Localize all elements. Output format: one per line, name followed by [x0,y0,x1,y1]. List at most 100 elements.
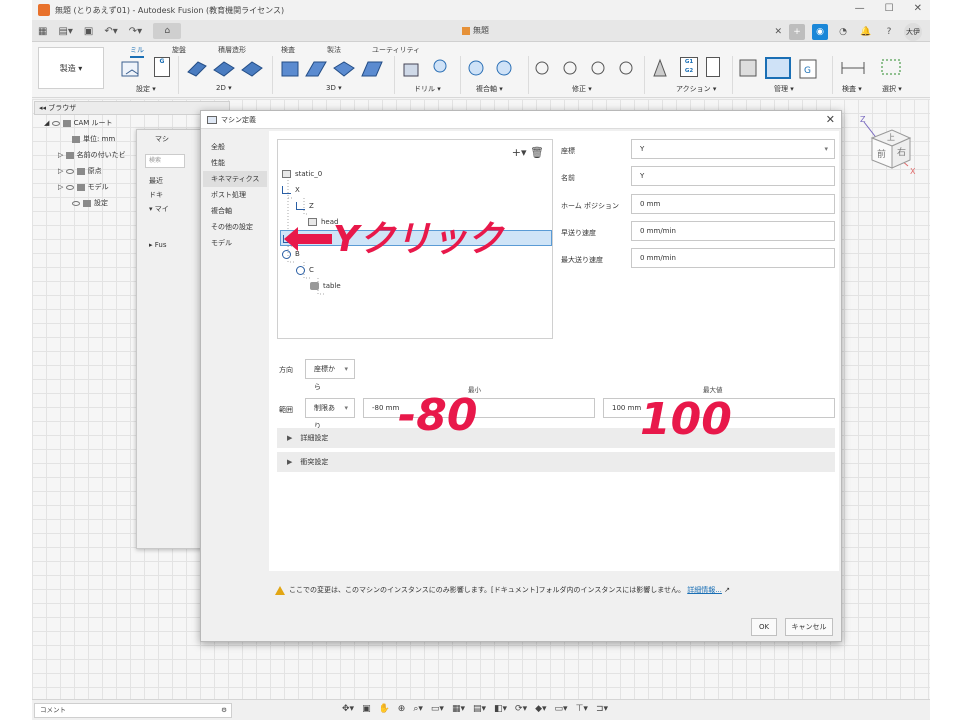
shading-icon[interactable]: ◆▾ [535,704,546,714]
help-icon[interactable]: ? [881,24,897,40]
maximize-button[interactable]: ☐ [885,3,894,14]
collision-settings-section[interactable]: ▶ 衝突設定 [277,452,835,472]
nav-other-settings[interactable]: その他の設定 [203,219,267,235]
orbit-icon[interactable]: ✥▾ [342,704,354,714]
grid-menu-icon[interactable]: ▦ [38,26,47,37]
group-manage[interactable]: 管理 ▾ [774,84,794,94]
home-icon[interactable]: ⌂ [153,23,182,39]
undo-icon[interactable]: ↶▾ [104,26,117,37]
group-drill[interactable]: ドリル ▾ [414,84,441,94]
nav-general[interactable]: 全般 [203,139,267,155]
group-setup[interactable]: 設定 ▾ [136,84,156,94]
machine-library-search[interactable]: 検索 [145,154,185,168]
range-label: 範囲 [279,406,293,414]
viewcube[interactable]: Z X 上 前 右 [852,110,920,178]
cancel-button[interactable]: キャンセル [785,618,833,636]
simulate-icon[interactable] [650,56,670,80]
axis-x-label: X [910,167,916,176]
comment-panel[interactable]: コメント ⚙ [34,703,232,718]
setup-sheet-icon[interactable]: G [154,57,170,77]
dialog-close-button[interactable]: ✕ [826,111,835,129]
select-icon[interactable] [878,56,906,80]
multiaxis-icons[interactable] [464,56,520,80]
redo-icon[interactable]: ↷▾ [129,26,142,37]
nav-model[interactable]: モデル [203,235,267,251]
file-menu-icon[interactable]: ▤▾ [58,26,72,37]
save-icon[interactable]: ▣ [84,26,93,37]
zoom-icon[interactable]: ⊕ [398,704,406,714]
pan-icon[interactable]: ✋ [379,704,390,714]
eye-icon[interactable] [65,184,74,190]
max-feed-field[interactable]: 0 mm/min [631,248,835,268]
measure-icon[interactable] [838,56,868,80]
tree-node-static[interactable]: static_0 [282,166,322,182]
tree-node-c[interactable]: C [296,262,314,278]
setup-sheet-doc-icon[interactable] [706,57,720,77]
close-window-button[interactable]: ✕ [914,3,922,14]
camera-icon[interactable]: ▭▾ [555,704,568,714]
group-modify[interactable]: 修正 ▾ [572,84,592,94]
drill-icons[interactable] [400,56,454,80]
job-status-icon[interactable]: ◔ [835,24,851,40]
tab-turning[interactable]: 旋盤 [172,45,186,55]
document-icon [72,135,80,143]
machine-view-icon[interactable]: ⊐▾ [596,704,608,714]
direction-select[interactable]: 座標から [305,359,355,391]
tab-utilities[interactable]: ユーティリティ [372,45,420,55]
nav-kinematics[interactable]: キネマティクス [203,171,267,187]
tree-node-z[interactable]: Z [296,198,314,214]
extensions-icon[interactable]: ◉ [812,24,828,40]
group-actions[interactable]: アクション ▾ [676,84,716,94]
nav-capabilities[interactable]: 性能 [203,155,267,171]
dialog-titlebar[interactable]: マシン定義 ✕ [201,111,841,129]
learn-more-link[interactable]: 詳細情報... [687,586,722,594]
eye-icon[interactable] [65,168,74,174]
grid-icon[interactable]: ▦▾ [452,704,465,714]
post-process-icon[interactable]: G1 G2 [680,57,698,77]
tab-additive[interactable]: 積層造形 [218,45,246,55]
tab-fabrication[interactable]: 製法 [327,45,341,55]
name-field[interactable]: Y [631,166,835,186]
manage-icons[interactable]: G [738,56,826,80]
tab-inspection[interactable]: 検査 [281,45,295,55]
document-tab[interactable]: 無題 [462,25,489,36]
eye-icon[interactable] [72,200,80,206]
tree-node-table[interactable]: table [310,278,341,294]
new-tab-icon[interactable]: + [789,24,805,40]
minimize-button[interactable]: — [855,3,865,14]
comment-settings-icon[interactable]: ⚙ [221,704,227,717]
tree-node-x[interactable]: X [282,182,300,198]
simulation-icon[interactable]: ◧▾ [494,704,507,714]
group-3d[interactable]: 3D ▾ [326,84,342,92]
group-select[interactable]: 選択 ▾ [882,84,902,94]
rapid-feed-field[interactable]: 0 mm/min [631,221,835,241]
tool-icon[interactable]: ⊤▾ [576,704,588,714]
modify-icons[interactable] [532,56,642,80]
2d-toolpath-icons[interactable] [184,56,268,80]
3d-toolpath-icons[interactable] [278,56,388,80]
nav-post-processing[interactable]: ポスト処理 [203,187,267,203]
linear-axis-icon [296,202,305,210]
group-2d[interactable]: 2D ▾ [216,84,232,92]
refresh-icon[interactable]: ⟳▾ [515,704,527,714]
group-multiaxis[interactable]: 複合軸 ▾ [476,84,503,94]
ok-button[interactable]: OK [751,618,777,636]
coord-select[interactable]: Y [631,139,835,159]
fit-icon[interactable]: ⌕▾ [413,704,423,714]
workspace-switcher[interactable]: 製造 ▾ [38,47,104,89]
document-tab-label: 無題 [473,26,489,35]
range-select[interactable]: 制限あり [305,398,355,430]
notifications-icon[interactable]: 🔔 [858,24,874,40]
advanced-settings-section[interactable]: ▶ 詳細設定 [277,428,835,448]
nav-multi-axis[interactable]: 複合軸 [203,203,267,219]
close-tab-icon[interactable]: ✕ [774,27,782,37]
group-inspect[interactable]: 検査 ▾ [842,84,862,94]
expand-arrow-icon: ▶ [287,434,293,442]
max-label: 最大値 [703,386,723,394]
home-position-field[interactable]: 0 mm [631,194,835,214]
eye-icon[interactable] [51,120,60,126]
avatar[interactable]: 大伊 [904,23,922,41]
look-at-icon[interactable]: ▣ [362,704,371,714]
display-settings-icon[interactable]: ▭▾ [431,704,444,714]
viewports-icon[interactable]: ▤▾ [473,704,486,714]
